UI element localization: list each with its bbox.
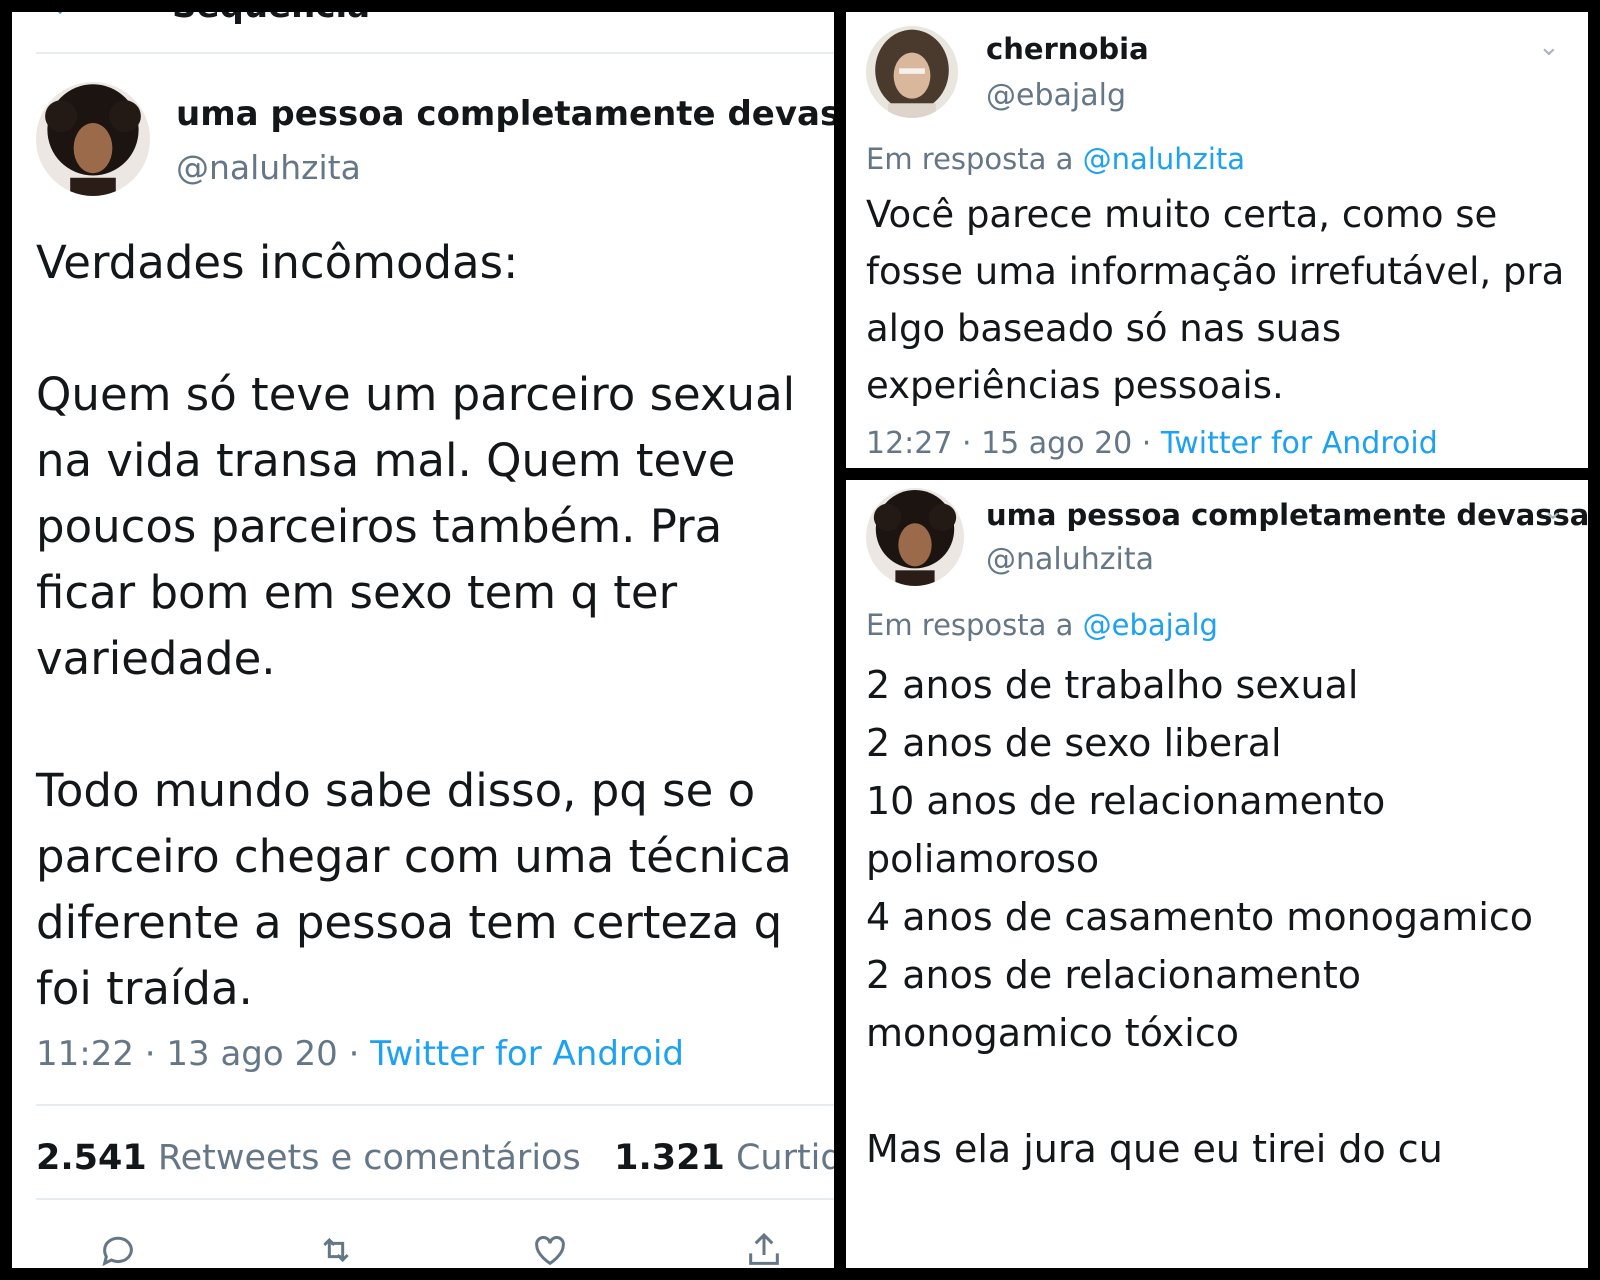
tweet-timestamp: 12:27 · 15 ago 20 · Twitter for Android: [866, 426, 1438, 461]
tweet-source-link[interactable]: Twitter for Android: [370, 1034, 684, 1074]
tweet-stats: 2.541 Retweets e comentários 1.321 Curti…: [36, 1138, 834, 1178]
user-handle[interactable]: @ebajalg: [986, 78, 1126, 113]
divider: [36, 52, 834, 54]
reply-context: Em resposta a @naluhzita: [866, 142, 1245, 176]
likes-count[interactable]: 1.321: [614, 1138, 725, 1178]
reply-mention-link[interactable]: @naluhzita: [1083, 142, 1245, 176]
tweet-text: Verdades incômodas: Quem só teve um parc…: [36, 236, 796, 1015]
answer-tweet-panel: uma pessoa completamente devassa @naluhz…: [846, 480, 1588, 1268]
user-handle[interactable]: @naluhzita: [986, 542, 1154, 577]
back-arrow-icon[interactable]: ←: [52, 12, 81, 26]
display-name[interactable]: uma pessoa completamente devassa: [176, 94, 834, 134]
tweet-actions: [36, 1230, 816, 1268]
tweet-source-link[interactable]: Twitter for Android: [1161, 426, 1438, 461]
tweet-time: 11:22 · 13 ago 20 ·: [36, 1034, 371, 1074]
retweets-count[interactable]: 2.541: [36, 1138, 147, 1178]
tweet-time: 12:27 · 15 ago 20 ·: [866, 426, 1161, 461]
avatar[interactable]: [36, 82, 150, 196]
tweet-timestamp: 11:22 · 13 ago 20 · Twitter for Android: [36, 1034, 684, 1074]
divider: [36, 1104, 834, 1106]
tweet-text: Você parece muito certa, como se fosse u…: [866, 193, 1565, 407]
likes-label[interactable]: Curtidas: [736, 1138, 834, 1178]
tweet-detail-panel: ← Sequência uma pessoa completamente dev…: [12, 12, 834, 1268]
reply-context: Em resposta a @ebajalg: [866, 608, 1218, 642]
display-name[interactable]: chernobia: [986, 32, 1149, 66]
avatar[interactable]: [866, 488, 964, 586]
reply-prefix: Em resposta a: [866, 608, 1083, 642]
tweet-text: 2 anos de trabalho sexual 2 anos de sexo…: [866, 663, 1534, 1171]
retweets-label[interactable]: Retweets e comentários: [158, 1138, 581, 1178]
reply-mention-link[interactable]: @ebajalg: [1083, 608, 1218, 642]
share-icon[interactable]: [744, 1230, 784, 1268]
chevron-down-icon[interactable]: ⌄: [1538, 32, 1560, 62]
avatar[interactable]: [866, 26, 958, 118]
divider: [36, 1198, 834, 1200]
reply-prefix: Em resposta a: [866, 142, 1083, 176]
user-handle[interactable]: @naluhzita: [176, 148, 361, 187]
display-name[interactable]: uma pessoa completamente devassa: [986, 498, 1588, 532]
retweet-icon[interactable]: [316, 1230, 356, 1268]
reply-tweet-panel: chernobia @ebajalg ⌄ Em resposta a @nalu…: [846, 12, 1588, 468]
page-title: Sequência: [172, 12, 370, 26]
chevron-down-icon[interactable]: ⌄: [1542, 496, 1564, 526]
reply-icon[interactable]: [98, 1230, 138, 1268]
like-icon[interactable]: [530, 1230, 570, 1268]
